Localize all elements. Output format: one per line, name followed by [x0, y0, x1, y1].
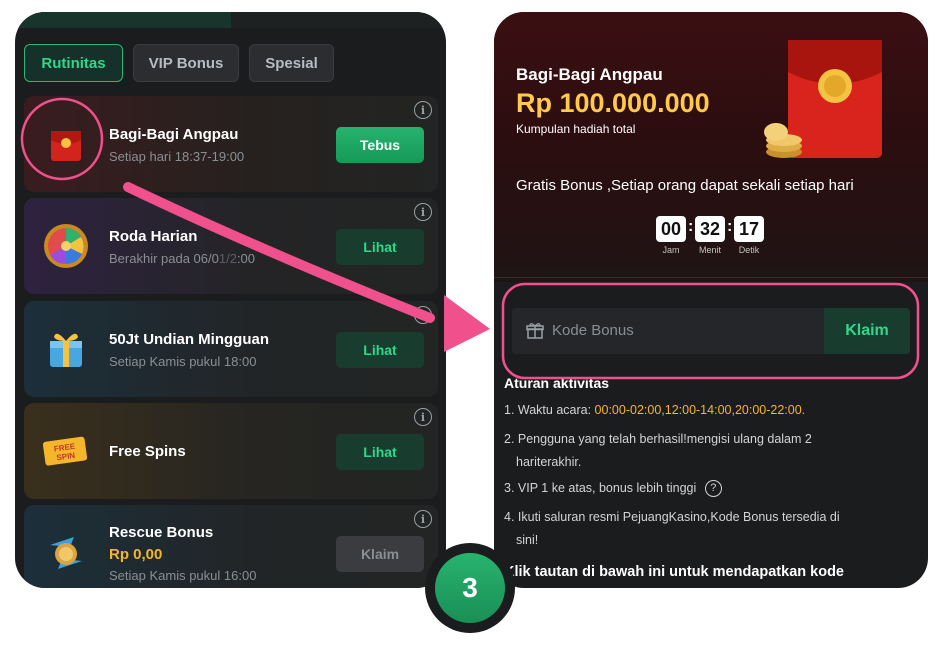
arrow-line [123, 182, 435, 323]
highlight-frame [501, 282, 920, 380]
highlight-circle [20, 97, 104, 181]
step-number: 3 [435, 553, 505, 623]
arrow-head-icon [444, 295, 490, 352]
step-badge: 3 [425, 543, 515, 633]
